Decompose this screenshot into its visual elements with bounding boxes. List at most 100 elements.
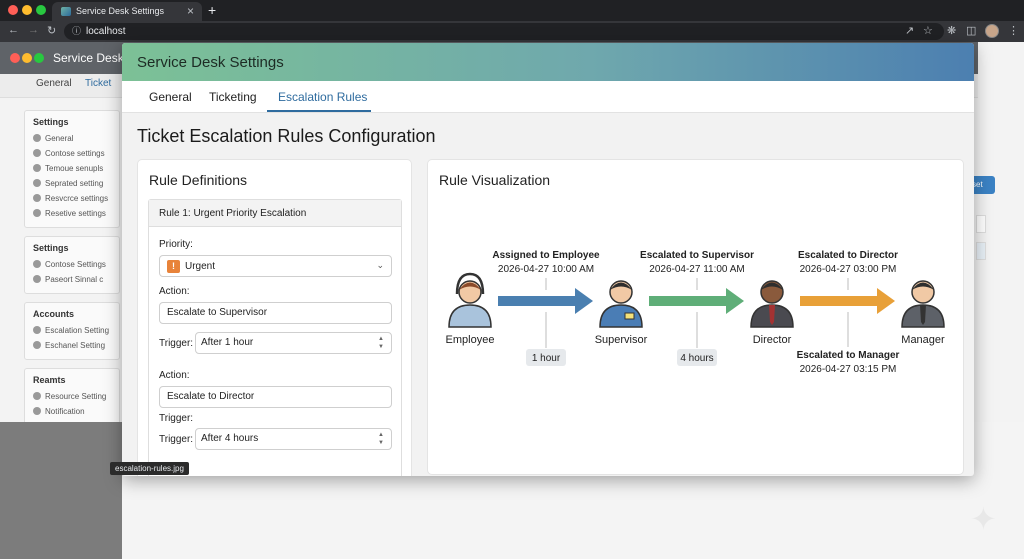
bg-sidebar-item[interactable]: Paseort Sinnal c (33, 272, 111, 287)
event-time: 2026-04-27 03:15 PM (800, 364, 897, 375)
bg-sidebar-item[interactable]: Notification (33, 404, 111, 419)
badge-icon (624, 312, 635, 320)
bg-sidebar-item[interactable]: Eschanel Setting (33, 338, 111, 353)
tab-ticketing[interactable]: Ticketing (209, 90, 257, 104)
node-label: Manager (901, 334, 945, 346)
bg-sidebar-item[interactable]: Resetive settings (33, 206, 111, 221)
rule-card: Rule 1: Urgent Priority Escalation Prior… (148, 199, 402, 476)
bg-sidebar-item-label: Notification (45, 407, 85, 416)
bg-sidebar-item[interactable]: Escalation Setting (33, 323, 111, 338)
stepper-arrows-icon[interactable]: ▲ ▼ (376, 335, 386, 351)
close-window-dot[interactable] (8, 5, 18, 15)
urgent-icon: ! (167, 260, 180, 273)
bg-sidebar-item[interactable]: Resource Setting (33, 389, 111, 404)
bg-sidebar-item[interactable]: Contose settings (33, 146, 111, 161)
bg-sidebar-item-label: Eschanel Setting (45, 341, 106, 350)
trigger-label: Trigger: (159, 434, 194, 445)
bg-sidebar-item[interactable]: Seprated setting (33, 176, 111, 191)
bg-field[interactable] (976, 215, 986, 233)
bg-group-title: Settings (33, 117, 69, 127)
bg-sidebar-item-label: Resvcrce settings (45, 194, 109, 203)
gear-icon (33, 164, 41, 172)
bg-close-dot[interactable] (10, 53, 20, 63)
maximize-window-dot[interactable] (36, 5, 46, 15)
priority-select[interactable]: ! Urgent ⌄ (159, 255, 392, 277)
forward-icon[interactable]: → (28, 24, 39, 36)
flow-arrow-head-icon (575, 288, 593, 314)
gear-icon (33, 149, 41, 157)
stepper-arrows-icon[interactable]: ▲ ▼ (376, 431, 386, 447)
bg-sidebar-item-label: Escalation Setting (45, 326, 110, 335)
tab-escalation-rules[interactable]: Escalation Rules (278, 90, 367, 104)
rule-visualization-panel: Rule Visualization Employee Supervisor Dir… (427, 159, 964, 475)
bg-sidebar-item-label: Contose settings (45, 149, 105, 158)
bg-sidebar-item[interactable]: Resvcrce settings (33, 191, 111, 206)
bookmark-star-icon[interactable]: ☆ (923, 24, 933, 37)
action-field[interactable]: Escalate to Supervisor (159, 302, 392, 324)
minimize-window-dot[interactable] (22, 5, 32, 15)
back-icon[interactable]: ← (8, 24, 19, 36)
action-label: Action: (159, 370, 190, 381)
window-title: Service Desk Settings (137, 54, 284, 71)
browser-tab[interactable]: Service Desk Settings × (52, 2, 202, 21)
bg-sidebar-item-label: Contose Settings (45, 260, 106, 269)
active-tab-indicator (267, 110, 371, 112)
new-tab-button[interactable]: + (208, 2, 216, 18)
trigger-stepper[interactable]: After 4 hours ▲ ▼ (195, 428, 392, 450)
action-field[interactable]: Escalate to Director (159, 386, 392, 408)
flow-arrow-shaft (498, 296, 577, 306)
bg-field[interactable] (976, 242, 986, 260)
duration-label: 1 hour (532, 353, 561, 364)
action-label: Action: (159, 286, 190, 297)
node-label: Director (753, 334, 792, 346)
reload-icon[interactable]: ↻ (47, 24, 56, 37)
tab-close-icon[interactable]: × (187, 2, 194, 21)
flow-arrow-head-icon (726, 288, 744, 314)
gear-icon (33, 179, 41, 187)
share-icon[interactable]: ↗ (905, 24, 914, 37)
employee-headset-icon (448, 304, 492, 328)
bg-sidebar-item-label: Resource Setting (45, 392, 107, 401)
trigger-label: Trigger: (159, 338, 194, 349)
node-label: Employee (446, 334, 495, 346)
node-label: Supervisor (595, 334, 648, 346)
page-title: Ticket Escalation Rules Configuration (137, 126, 436, 146)
background-sidebar: Settings General Contose settings Temoue se… (24, 110, 120, 426)
bg-sidebar-item[interactable]: General (33, 131, 111, 146)
bg-sidebar-item[interactable]: Temoue senupls (33, 161, 111, 176)
bg-sidebar-item-label: Temoue senupls (45, 164, 104, 173)
address-bar[interactable]: ⓘ localhost (64, 23, 944, 40)
site-info-icon[interactable]: ⓘ (72, 23, 81, 40)
menu-kebab-icon[interactable]: ⋮ (1008, 24, 1019, 37)
trigger-value: After 4 hours (201, 433, 259, 444)
sidebar-icon[interactable]: ◫ (966, 24, 976, 37)
bg-group-title: Accounts (33, 309, 75, 319)
event-label: Escalated to Supervisor (640, 250, 754, 261)
event-time: 2026-04-27 10:00 AM (498, 264, 594, 275)
trigger-value: After 1 hour (201, 337, 254, 348)
gear-icon (33, 407, 41, 415)
priority-value: Urgent (185, 261, 216, 272)
bg-maximize-dot[interactable] (34, 53, 44, 63)
favicon-icon (61, 7, 71, 16)
address-bar-url: localhost (86, 26, 126, 37)
gear-icon (33, 260, 41, 268)
bg-sidebar-item[interactable]: Contose Settings (33, 257, 111, 272)
gear-icon (33, 134, 41, 142)
sparkle-icon: ✦ (970, 501, 997, 537)
bg-minimize-dot[interactable] (22, 53, 32, 63)
extensions-icon[interactable]: ❋ (947, 24, 956, 37)
profile-avatar[interactable] (985, 24, 999, 38)
bg-tab-ticketing[interactable]: Ticket (85, 78, 111, 89)
settings-window: Service Desk Settings General Ticketing … (122, 43, 974, 476)
tab-general[interactable]: General (149, 90, 192, 104)
bg-tab-general[interactable]: General (36, 78, 72, 89)
trigger-stepper[interactable]: After 1 hour ▲ ▼ (195, 332, 392, 354)
event-time: 2026-04-27 11:00 AM (649, 264, 744, 275)
flow-arrow-shaft (800, 296, 879, 306)
flow-arrow-shaft (649, 296, 728, 306)
browser-toolbar: ← → ↻ ⓘ localhost ↗ ☆ ❋ ◫ ⋮ (0, 21, 1024, 42)
bg-settings-group: Settings General Contose settings Temoue se… (24, 110, 120, 228)
browser-tabstrip: Service Desk Settings × + (0, 0, 1024, 21)
event-label: Escalated to Director (798, 250, 898, 261)
